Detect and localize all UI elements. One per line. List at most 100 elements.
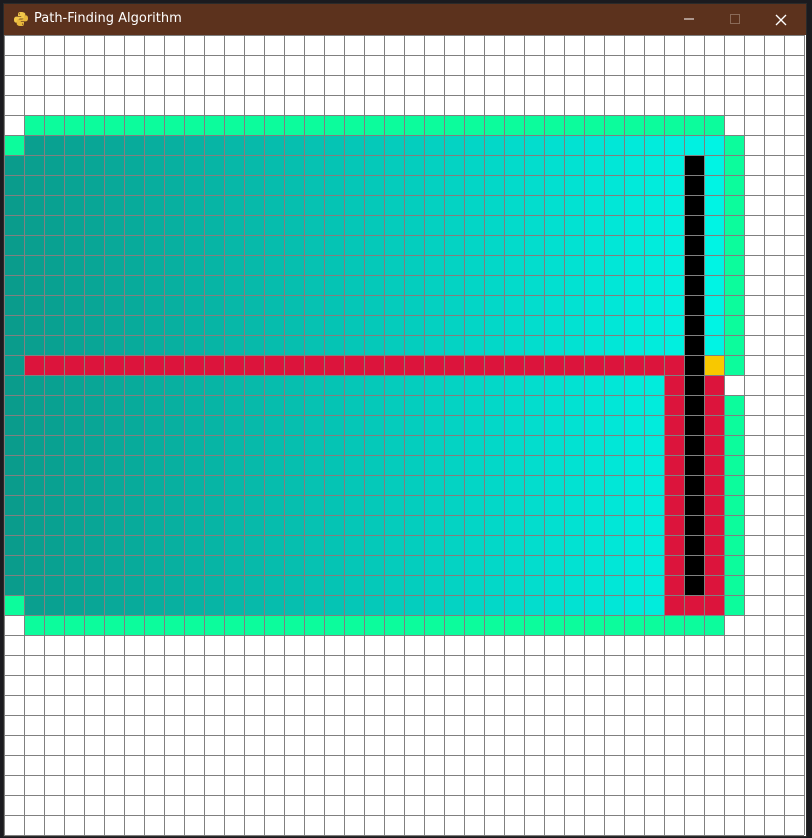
grid-cell-visited[interactable]	[84, 375, 104, 395]
grid-cell-empty[interactable]	[124, 795, 144, 815]
grid-cell-visited[interactable]	[344, 455, 364, 475]
grid-cell-empty[interactable]	[524, 755, 544, 775]
grid-cell-empty[interactable]	[184, 635, 204, 655]
grid-cell-empty[interactable]	[584, 35, 604, 55]
grid-cell-visited[interactable]	[564, 155, 584, 175]
grid-cell-empty[interactable]	[184, 715, 204, 735]
grid-cell-empty[interactable]	[344, 775, 364, 795]
grid-cell-empty[interactable]	[244, 775, 264, 795]
grid-cell-empty[interactable]	[504, 715, 524, 735]
grid-cell-empty[interactable]	[164, 35, 184, 55]
grid-cell-visited[interactable]	[544, 135, 564, 155]
grid-cell-visited[interactable]	[504, 515, 524, 535]
grid-cell-visited[interactable]	[4, 535, 24, 555]
grid-cell-visited[interactable]	[264, 595, 284, 615]
grid-cell-empty[interactable]	[464, 655, 484, 675]
grid-cell-visited[interactable]	[644, 575, 664, 595]
grid-cell-empty[interactable]	[784, 455, 804, 475]
grid-cell-visited[interactable]	[644, 515, 664, 535]
grid-cell-path[interactable]	[664, 415, 684, 435]
grid-cell-empty[interactable]	[784, 35, 804, 55]
grid-cell-visited[interactable]	[424, 595, 444, 615]
grid-cell-empty[interactable]	[284, 695, 304, 715]
grid-cell-empty[interactable]	[404, 695, 424, 715]
grid-cell-empty[interactable]	[764, 315, 784, 335]
grid-cell-empty[interactable]	[304, 815, 324, 835]
grid-cell-visited[interactable]	[284, 275, 304, 295]
grid-cell-empty[interactable]	[584, 815, 604, 835]
grid-cell-visited[interactable]	[124, 415, 144, 435]
grid-cell-visited[interactable]	[224, 155, 244, 175]
grid-cell-empty[interactable]	[504, 675, 524, 695]
grid-cell-empty[interactable]	[284, 95, 304, 115]
grid-cell-frontier[interactable]	[4, 135, 24, 155]
grid-cell-visited[interactable]	[84, 495, 104, 515]
grid-cell-visited[interactable]	[404, 175, 424, 195]
grid-cell-visited[interactable]	[224, 315, 244, 335]
grid-cell-visited[interactable]	[444, 255, 464, 275]
grid-cell-empty[interactable]	[84, 95, 104, 115]
grid-cell-empty[interactable]	[4, 95, 24, 115]
grid-cell-empty[interactable]	[384, 695, 404, 715]
grid-cell-empty[interactable]	[104, 775, 124, 795]
grid-cell-visited[interactable]	[144, 235, 164, 255]
grid-cell-empty[interactable]	[664, 815, 684, 835]
grid-cell-visited[interactable]	[44, 155, 64, 175]
grid-cell-visited[interactable]	[564, 395, 584, 415]
grid-cell-visited[interactable]	[624, 375, 644, 395]
grid-cell-visited[interactable]	[344, 435, 364, 455]
grid-cell-visited[interactable]	[544, 295, 564, 315]
grid-cell-empty[interactable]	[644, 755, 664, 775]
grid-cell-empty[interactable]	[784, 815, 804, 835]
grid-cell-visited[interactable]	[544, 575, 564, 595]
grid-cell-visited[interactable]	[664, 135, 684, 155]
grid-cell-visited[interactable]	[624, 555, 644, 575]
grid-cell-frontier[interactable]	[584, 615, 604, 635]
grid-cell-empty[interactable]	[524, 35, 544, 55]
grid-cell-empty[interactable]	[104, 755, 124, 775]
grid-cell-empty[interactable]	[204, 75, 224, 95]
grid-cell-frontier[interactable]	[564, 615, 584, 635]
grid-cell-visited[interactable]	[524, 375, 544, 395]
grid-cell-visited[interactable]	[64, 375, 84, 395]
grid-cell-visited[interactable]	[384, 435, 404, 455]
grid-cell-visited[interactable]	[264, 475, 284, 495]
grid-cell-barrier[interactable]	[684, 175, 704, 195]
grid-cell-visited[interactable]	[204, 155, 224, 175]
grid-cell-visited[interactable]	[544, 235, 564, 255]
grid-cell-visited[interactable]	[324, 335, 344, 355]
grid-cell-barrier[interactable]	[684, 495, 704, 515]
grid-cell-empty[interactable]	[44, 695, 64, 715]
grid-cell-visited[interactable]	[584, 235, 604, 255]
grid-cell-visited[interactable]	[644, 435, 664, 455]
grid-cell-empty[interactable]	[204, 635, 224, 655]
grid-cell-empty[interactable]	[684, 75, 704, 95]
grid-cell-visited[interactable]	[24, 195, 44, 215]
grid-cell-visited[interactable]	[504, 335, 524, 355]
grid-cell-path[interactable]	[204, 355, 224, 375]
grid-cell-empty[interactable]	[144, 815, 164, 835]
grid-cell-visited[interactable]	[44, 595, 64, 615]
grid-cell-visited[interactable]	[164, 535, 184, 555]
grid-cell-visited[interactable]	[624, 455, 644, 475]
grid-cell-empty[interactable]	[624, 35, 644, 55]
grid-cell-visited[interactable]	[64, 535, 84, 555]
grid-cell-visited[interactable]	[144, 275, 164, 295]
grid-cell-visited[interactable]	[624, 335, 644, 355]
grid-cell-visited[interactable]	[244, 575, 264, 595]
grid-cell-frontier[interactable]	[84, 115, 104, 135]
grid-cell-visited[interactable]	[464, 275, 484, 295]
grid-cell-visited[interactable]	[204, 515, 224, 535]
grid-cell-visited[interactable]	[284, 515, 304, 535]
grid-cell-empty[interactable]	[364, 55, 384, 75]
grid-cell-empty[interactable]	[404, 655, 424, 675]
grid-cell-visited[interactable]	[504, 215, 524, 235]
grid-cell-empty[interactable]	[744, 795, 764, 815]
grid-cell-visited[interactable]	[704, 175, 724, 195]
grid-cell-frontier[interactable]	[44, 115, 64, 135]
grid-cell-empty[interactable]	[724, 695, 744, 715]
grid-cell-visited[interactable]	[104, 435, 124, 455]
grid-cell-empty[interactable]	[4, 675, 24, 695]
grid-cell-visited[interactable]	[264, 175, 284, 195]
grid-cell-visited[interactable]	[664, 215, 684, 235]
